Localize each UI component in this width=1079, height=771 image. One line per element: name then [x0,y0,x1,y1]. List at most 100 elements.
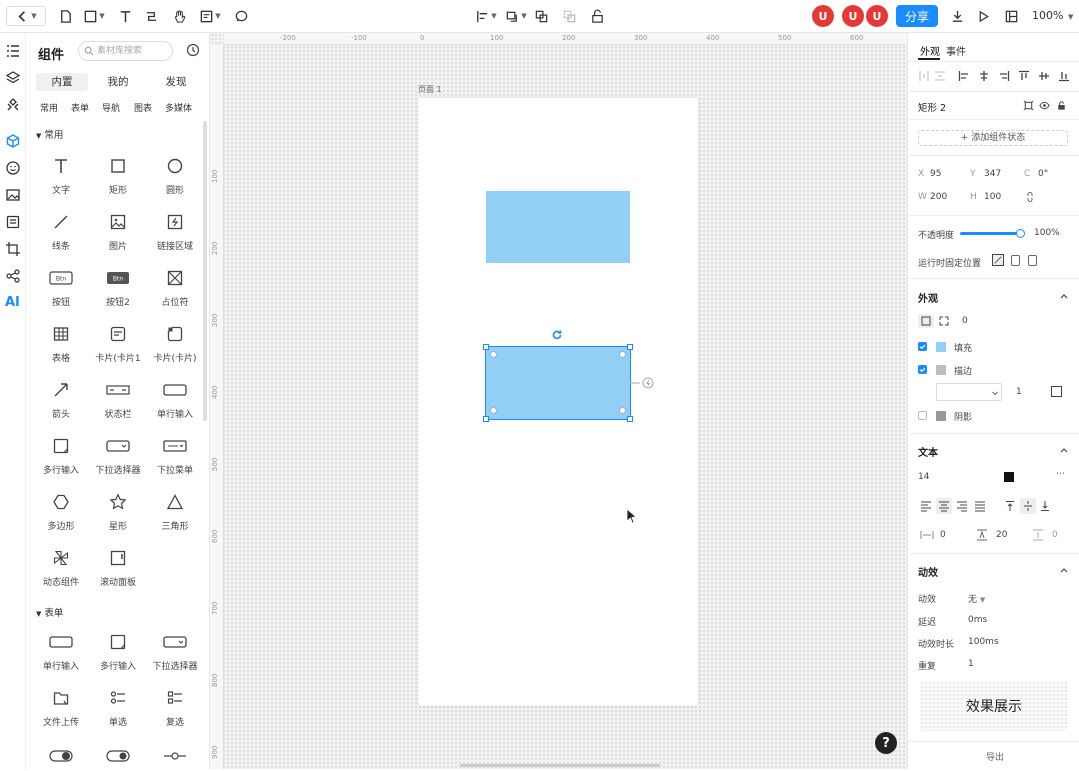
corner-radius-handle[interactable] [490,407,497,414]
component-card-corner[interactable]: 卡片(卡片) [150,319,200,367]
align-center-h-button[interactable] [978,70,990,82]
rectangle-2-selected[interactable] [485,346,631,420]
chevron-up-icon[interactable] [1059,565,1069,575]
interaction-rail-button[interactable] [5,268,21,284]
x-field[interactable]: 95 [930,169,941,179]
lock-button[interactable] [586,6,608,26]
collaborator-avatar[interactable]: U [866,5,888,27]
align-top-button[interactable] [1018,70,1030,82]
duration-field[interactable]: 100ms [968,637,999,647]
component-hotspot[interactable]: 链接区域 [150,207,200,255]
subtab-form[interactable]: 表单 [71,101,89,114]
opacity-slider-track[interactable] [960,232,1022,235]
tab-mine[interactable]: 我的 [92,73,144,91]
export-footer-button[interactable]: 导出 [986,750,1004,763]
crop-rail-button[interactable] [5,241,21,257]
component-card[interactable]: 卡片(卡片1 [93,319,143,367]
outline-rail-button[interactable] [5,43,21,59]
effect-preview-button[interactable]: 效果展示 [920,681,1068,731]
rotate-icon[interactable] [551,329,563,341]
height-field[interactable]: 100 [984,192,1001,202]
repeat-field[interactable]: 1 [968,659,974,669]
distribute-v-button[interactable] [934,70,946,82]
stroke-width-field[interactable]: 1 [1016,387,1022,397]
align-center-v-button[interactable] [1038,70,1050,82]
help-button[interactable]: ? [875,732,897,754]
resize-handle[interactable] [627,344,633,350]
radius-individual-icon[interactable] [939,316,949,326]
letter-spacing-field[interactable]: 0 [940,530,946,540]
shadow-checkbox[interactable] [918,411,927,420]
stroke-style-select[interactable] [936,383,1002,401]
opacity-slider-thumb[interactable] [1016,229,1025,238]
design-canvas[interactable]: -200 -100 0 100 200 300 400 500 600 100 … [210,33,907,769]
component-button-filled[interactable]: Btn 按钮2 [93,263,143,311]
component-scroll-panel[interactable]: 滚动面板 [93,543,143,591]
component-text[interactable]: 文字 [36,151,86,199]
text-tool-button[interactable] [114,6,136,26]
line-height-field[interactable]: 20 [996,530,1007,540]
animation-select[interactable]: 无 ▼ [968,592,985,605]
stroke-checkbox[interactable] [918,365,927,374]
valign-middle-button[interactable] [1020,498,1036,514]
tab-appearance[interactable]: 外观 [920,43,940,58]
chevron-up-icon[interactable] [1059,291,1069,301]
tab-builtin[interactable]: 内置 [36,73,88,91]
layers-rail-button[interactable] [5,70,21,86]
eye-icon[interactable] [1039,100,1050,111]
component-triangle[interactable]: 三角形 [150,487,200,535]
group-button[interactable] [530,6,552,26]
lock-icon[interactable] [1056,100,1067,111]
radius-uniform-button[interactable] [918,314,934,328]
connector-tool-button[interactable] [140,6,162,26]
fixed-none-button[interactable] [992,254,1004,266]
component-upload[interactable]: 文件上传 [36,683,86,731]
rotation-field[interactable]: 0° [1038,169,1048,179]
component-dropdown[interactable]: 下拉选择器 [93,431,143,479]
component-slider[interactable] [150,741,200,769]
text-color-swatch[interactable] [1004,472,1014,482]
component-star[interactable]: 星形 [93,487,143,535]
opacity-value[interactable]: 100% [1034,228,1060,238]
resize-handle[interactable] [627,416,633,422]
canvas-horizontal-scrollbar[interactable] [460,764,660,767]
collaborator-avatar[interactable]: U [812,5,834,27]
artboard-page[interactable] [418,98,698,706]
element-name[interactable]: 矩形 2 [918,100,946,114]
text-justify-button[interactable] [974,500,986,512]
corner-radius-handle[interactable] [490,351,497,358]
subtab-common[interactable]: 常用 [40,101,58,114]
ai-rail-button[interactable]: AI [5,295,21,311]
component-single-input[interactable]: 单行输入 [36,627,86,675]
component-statusbar[interactable]: 状态栏 [93,375,143,423]
component-table[interactable]: 表格 [36,319,86,367]
component-checkbox-list[interactable]: 复选 [150,683,200,731]
ungroup-button[interactable] [558,6,580,26]
back-menu-button[interactable]: ▼ [6,6,46,26]
component-dropdown-menu[interactable]: 下拉菜单 [150,431,200,479]
fixed-bottom-button[interactable] [1028,255,1037,266]
share-button[interactable]: 分享 [896,5,938,27]
delay-field[interactable]: 0ms [968,615,987,625]
component-dropdown[interactable]: 下拉选择器 [150,627,200,675]
component-image[interactable]: 图片 [93,207,143,255]
template-rail-button[interactable] [5,214,21,230]
paragraph-spacing-field[interactable]: 0 [1052,530,1058,540]
history-icon[interactable] [186,43,200,57]
font-size-field[interactable]: 14 [918,472,929,482]
fill-checkbox[interactable] [918,342,927,351]
component-switch[interactable] [93,741,143,769]
collaborator-avatar[interactable]: U [842,5,864,27]
width-field[interactable]: 200 [930,192,947,202]
fixed-top-button[interactable] [1011,255,1020,266]
valign-bottom-button[interactable] [1039,500,1051,512]
component-line[interactable]: 线条 [36,207,86,255]
fill-color-swatch[interactable] [936,342,946,352]
component-multi-input[interactable]: 多行输入 [36,431,86,479]
search-input[interactable]: 素材库搜索 [78,41,173,61]
component-rectangle[interactable]: 矩形 [93,151,143,199]
component-multi-input[interactable]: 多行输入 [93,627,143,675]
component-toggle[interactable] [36,741,86,769]
comment-button[interactable] [230,6,252,26]
component-placeholder[interactable]: 占位符 [150,263,200,311]
